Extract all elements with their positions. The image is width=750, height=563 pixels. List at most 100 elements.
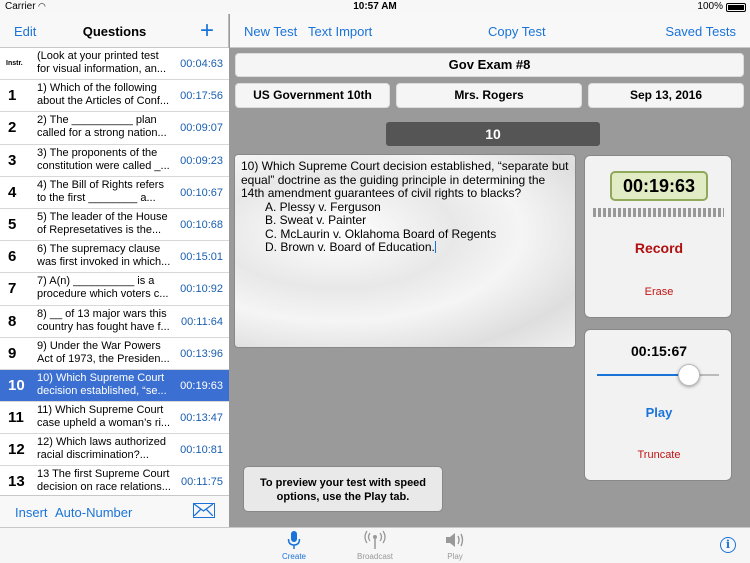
question-row-text: 11) Which Supreme Court case upheld a wo… [37,404,171,430]
question-row-text: 8) __ of 13 major wars this country has … [37,307,170,333]
plus-icon[interactable]: + [200,17,214,45]
question-row-text: 9) Under the War Powers Act of 1973, the… [37,339,170,365]
question-row[interactable]: 11 11) Which Supreme Court case upheld a … [0,402,229,435]
tab-broadcast-label: Broadcast [356,552,394,561]
question-row[interactable]: 9 9) Under the War Powers Act of 1973, th… [0,337,229,370]
question-row[interactable]: 3 3) The proponents of the constitution w… [0,144,229,177]
question-row-time: 00:11:64 [180,315,223,328]
question-row-number: 1 [8,87,17,105]
status-time: 10:57 AM [353,1,397,12]
broadcast-icon [345,530,405,552]
question-row[interactable]: 4 4) The Bill of Rights refers to the fir… [0,176,229,209]
auto-number-button[interactable]: Auto-Number [55,505,132,520]
questions-header: Edit Questions + [0,14,228,48]
copy-test-button[interactable]: Copy Test [488,24,546,39]
question-row-time: 00:11:75 [180,476,223,489]
record-timer: 00:19:63 [610,171,708,201]
question-row[interactable]: Instr. (Look at your printed test for vis… [0,48,229,81]
question-row-text: (Look at your printed test for visual in… [37,50,167,75]
status-bar: Carrier ◠ 10:57 AM 100% [0,0,750,14]
top-toolbar: New Test Text Import Copy Test Saved Tes… [230,14,750,48]
question-row-number: 13 [8,473,25,491]
question-row-time: 00:19:63 [180,379,223,392]
question-row-time: 00:09:07 [180,122,223,135]
question-row-text: 3) The proponents of the constitution we… [37,146,170,172]
level-meter [593,208,724,217]
question-stem: 10) Which Supreme Court decision establi… [241,159,569,200]
playback-slider[interactable] [597,364,719,386]
question-row-time: 00:10:92 [180,283,223,296]
tab-broadcast[interactable]: Broadcast [345,530,405,561]
question-row-text: 12) Which laws authorized racial discrim… [37,436,167,462]
question-row-number: 7 [8,280,17,298]
battery-icon [726,3,746,12]
question-row[interactable]: 13 13 The first Supreme Court decision on… [0,466,229,499]
truncate-button[interactable]: Truncate [585,449,733,461]
question-row-number: 5 [8,215,17,233]
question-row-time: 00:04:63 [180,58,223,70]
question-row[interactable]: 6 6) The supremacy clause was first invok… [0,241,229,274]
question-row-number: Instr. [6,60,23,67]
erase-button[interactable]: Erase [585,286,733,298]
text-import-button[interactable]: Text Import [308,24,372,39]
speaker-icon [425,530,485,552]
course-field[interactable]: US Government 10th [235,83,390,108]
question-row-number: 6 [8,248,17,266]
question-row-text: 10) Which Supreme Court decision establi… [37,371,167,397]
question-row-time: 00:13:96 [180,347,223,360]
question-row[interactable]: 7 7) A(n) __________ is a procedure which… [0,273,229,306]
tab-bar: Create Broadcast Play i [0,527,750,563]
question-row-text: 5) The leader of the House of Represetat… [37,210,168,236]
question-row-time: 00:10:68 [180,218,223,231]
question-row-time: 00:10:67 [180,186,223,199]
question-row[interactable]: 2 2) The __________ plan called for a str… [0,112,229,145]
question-row[interactable]: 5 5) The leader of the House of Represeta… [0,208,229,242]
question-text-editor[interactable]: 10) Which Supreme Court decision establi… [234,154,576,348]
saved-tests-button[interactable]: Saved Tests [665,24,736,39]
questions-title: Questions [82,24,147,39]
recorder-panel: 00:19:63 Record Erase [584,155,732,318]
question-row-text: 6) The supremacy clause was first invoke… [37,243,171,269]
question-row-text: 2) The __________ plan called for a stro… [37,114,167,140]
question-row-number: 9 [8,344,17,362]
play-button[interactable]: Play [585,405,733,420]
new-test-button[interactable]: New Test [244,24,297,39]
question-row[interactable]: 8 8) __ of 13 major wars this country has… [0,305,229,338]
microphone-icon [264,530,324,552]
text-cursor [434,241,436,253]
question-row-time: 00:09:23 [180,154,223,167]
question-row[interactable]: 12 12) Which laws authorized racial discr… [0,434,229,467]
info-icon[interactable]: i [720,537,736,553]
question-row-number: 11 [8,409,24,427]
tab-play-label: Play [447,552,463,561]
date-field[interactable]: Sep 13, 2016 [588,83,744,108]
tab-play[interactable]: Play [425,530,485,561]
question-row-number: 3 [8,151,17,169]
question-number: 10 [386,122,600,146]
question-row-time: 00:10:81 [180,444,223,457]
record-button[interactable]: Record [585,240,733,256]
player-panel: 00:15:67 Play Truncate [584,329,732,481]
questions-footer: Insert Auto-Number [0,495,229,527]
questions-panel: Edit Questions + Instr. (Look at your pri… [0,14,229,527]
question-row[interactable]: 10 10) Which Supreme Court decision estab… [0,369,229,403]
question-row-time: 00:15:01 [180,251,223,264]
question-row-number: 10 [8,376,25,394]
play-timer: 00:15:67 [630,343,688,359]
question-row-time: 00:17:56 [180,90,223,103]
question-row-text: 13 The first Supreme Court decision on r… [37,468,171,494]
question-row-text: 7) A(n) __________ is a procedure which … [37,275,169,301]
tab-create[interactable]: Create [264,530,324,561]
slider-fill [597,374,689,376]
insert-button[interactable]: Insert [15,505,48,520]
question-row-number: 2 [8,119,17,137]
teacher-field[interactable]: Mrs. Rogers [396,83,582,108]
option-c: C. McLaurin v. Oklahoma Board of Regents [265,226,497,241]
option-a: A. Plessy v. Ferguson [265,199,381,214]
envelope-icon[interactable] [193,503,215,518]
question-row[interactable]: 1 1) Which of the following about the Art… [0,80,229,113]
slider-thumb[interactable] [677,364,700,386]
question-row-text: 1) Which of the following about the Arti… [37,82,170,108]
question-list: Instr. (Look at your printed test for vis… [0,48,229,499]
exam-title-field[interactable]: Gov Exam #8 [235,53,744,77]
